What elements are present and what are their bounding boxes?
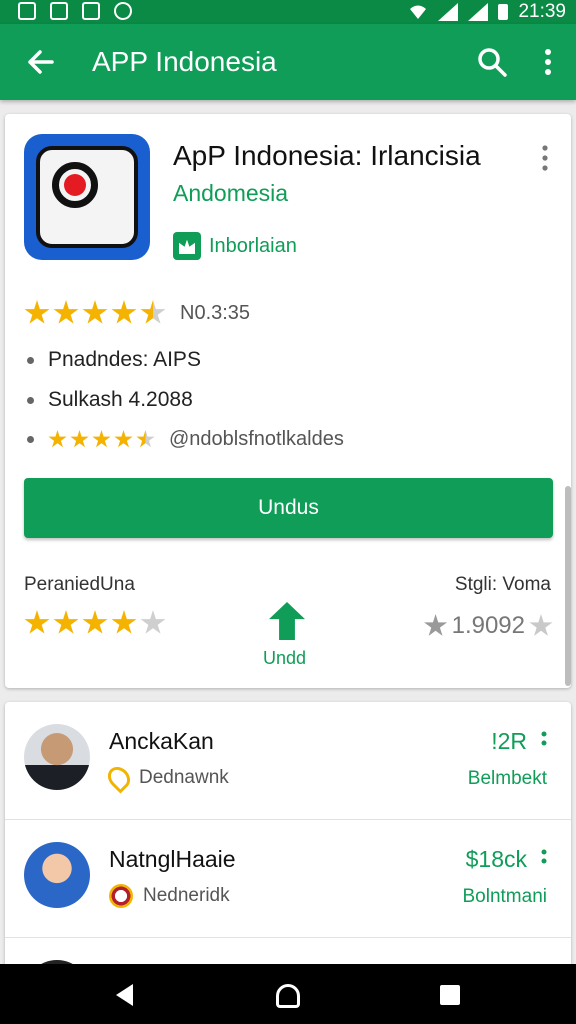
navigation-bar: [0, 964, 576, 1024]
download-arrow-icon[interactable]: [269, 602, 305, 640]
more-vert-icon[interactable]: [538, 46, 558, 78]
star-icon: [24, 610, 50, 634]
stat-value: 1.9092: [451, 612, 525, 639]
app-detail-card: ApP Indonesia: Irlancisia Andomesia Inbo…: [5, 114, 571, 688]
wifi-icon: [410, 5, 427, 19]
info-text: @ndoblsfnotlkaldes: [169, 428, 344, 450]
install-button[interactable]: Undus: [24, 478, 553, 538]
star-icon: [82, 300, 108, 324]
star-icon: [111, 610, 137, 634]
bullet-icon: [27, 396, 34, 404]
search-icon[interactable]: [476, 46, 508, 78]
star-icon: [529, 614, 553, 636]
star-icon: [24, 300, 50, 324]
person-name: AnckaKan: [109, 728, 214, 754]
star-half-icon: [140, 300, 166, 324]
stat-label-right: Stgli: Voma: [454, 574, 551, 595]
list-item[interactable]: AnckaKan Dednawnk !2R Belmbekt: [5, 702, 571, 820]
page-title: APP Indonesia: [92, 46, 277, 77]
category-badge: Inborlaian: [173, 232, 297, 260]
clock: 21:39: [518, 1, 566, 22]
star-icon: [70, 430, 89, 448]
sync-icon: [114, 2, 132, 20]
small-rating-stars: [48, 430, 155, 449]
more-vert-icon[interactable]: [539, 144, 551, 172]
person-location: Nedneridk: [109, 884, 230, 908]
more-vert-icon[interactable]: [539, 848, 549, 872]
stat-value-right: 1.9092: [424, 612, 553, 640]
signal-icon-2: [468, 3, 489, 21]
star-half-icon: [136, 430, 155, 448]
nav-recent-icon[interactable]: [440, 985, 460, 1005]
info-text: Pnadndes: AIPS: [48, 348, 201, 371]
rating-text: N0.3:35: [180, 301, 251, 324]
developer-link[interactable]: Andomesia: [173, 180, 288, 207]
star-icon: [92, 430, 111, 448]
stat-label-left: PeraniedUna: [24, 574, 135, 595]
signal-icon: [438, 3, 459, 21]
stat-rating-stars: [24, 610, 166, 636]
nav-home-icon[interactable]: [276, 984, 300, 1008]
download-label: Undd: [263, 648, 307, 668]
person-value: !2R: [491, 728, 527, 754]
person-action[interactable]: Belmbekt: [468, 768, 547, 790]
avatar: [24, 724, 90, 790]
scrollbar[interactable]: [565, 486, 571, 686]
rating-row: N0.3:35: [24, 300, 250, 326]
status-bar: 21:39: [0, 0, 576, 24]
info-line: Pnadndes: AIPS: [27, 348, 201, 372]
badge-icon: [173, 232, 201, 260]
star-icon: [82, 610, 108, 634]
battery-icon: [498, 4, 509, 20]
bullet-icon: [27, 436, 34, 443]
bullet-icon: [27, 356, 34, 364]
info-line: @ndoblsfnotlkaldes: [27, 428, 344, 451]
app-logo: [24, 134, 150, 260]
list-item[interactable]: NatnglHaaie Nedneridk $18ck Bolntmani: [5, 820, 571, 938]
star-empty-icon: [140, 610, 166, 634]
star-icon: [53, 300, 79, 324]
seal-icon: [109, 884, 133, 908]
notification-icons: [18, 2, 132, 20]
rating-stars: [24, 300, 166, 326]
location-pin-icon: [103, 762, 135, 794]
people-list-card: AnckaKan Dednawnk !2R Belmbekt NatnglHaa…: [5, 702, 571, 972]
star-icon: [53, 610, 79, 634]
location-text: Dednawnk: [139, 767, 229, 788]
star-icon: [114, 430, 133, 448]
app-name: ApP Indonesia: Irlancisia: [173, 140, 481, 171]
person-location: Dednawnk: [103, 762, 229, 794]
gallery-icon: [50, 2, 68, 20]
app-bar: APP Indonesia: [0, 24, 576, 100]
image-icon: [82, 2, 100, 20]
more-vert-icon[interactable]: [539, 730, 549, 754]
notification-icon: [18, 2, 36, 20]
person-value: $18ck: [465, 846, 527, 872]
star-icon: [111, 300, 137, 324]
arrow-left-icon[interactable]: [22, 44, 58, 80]
star-icon: [424, 614, 448, 636]
avatar: [24, 842, 90, 908]
info-line: Sulkash 4.2088: [27, 388, 193, 412]
person-action[interactable]: Bolntmani: [463, 886, 548, 908]
nav-back-icon[interactable]: [116, 984, 133, 1006]
person-name: NatnglHaaie: [109, 846, 236, 872]
location-text: Nedneridk: [143, 885, 230, 906]
badge-label: Inborlaian: [209, 234, 297, 257]
star-icon: [48, 430, 67, 448]
system-icons: 21:39: [408, 0, 566, 24]
info-text: Sulkash 4.2088: [48, 388, 193, 411]
